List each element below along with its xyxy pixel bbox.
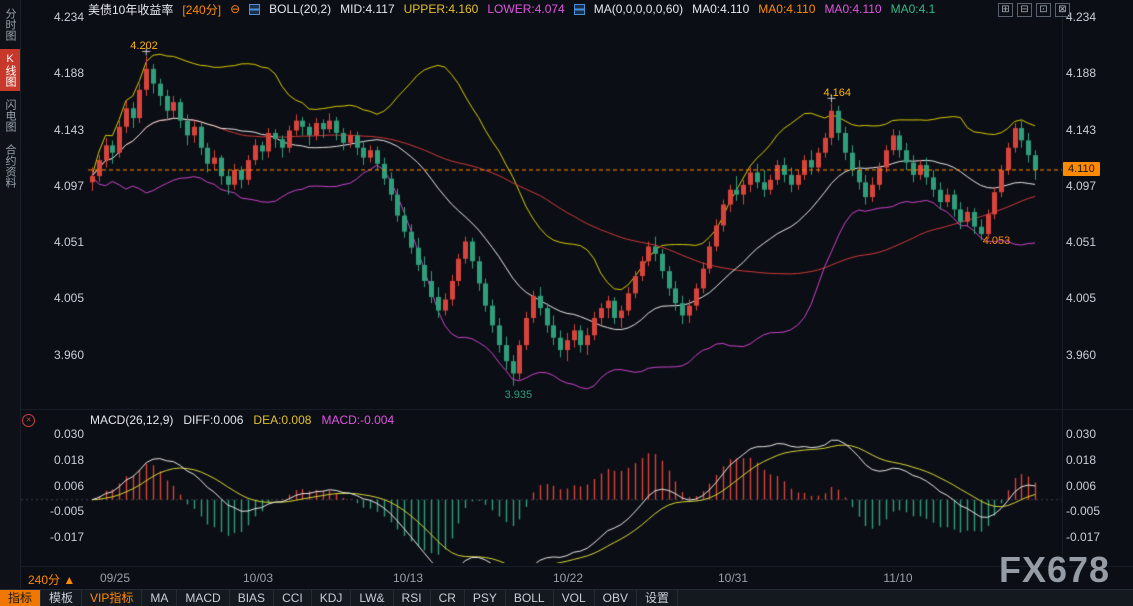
date-axis-label: 10/22 xyxy=(546,571,590,585)
boll-label: BOLL(20,2) xyxy=(269,2,331,16)
macd-diff-value: DIFF:0.006 xyxy=(183,413,243,427)
date-axis-label: 09/25 xyxy=(93,571,137,585)
price-axis-label: 4.097 xyxy=(40,179,84,193)
annotation-peak2: 4.164 xyxy=(823,87,851,99)
tab-bias[interactable]: BIAS xyxy=(230,590,274,606)
axis-separator xyxy=(1062,0,1063,566)
ma-value-3: MA0:4.110 xyxy=(824,2,881,16)
ma-indicator-icon xyxy=(574,4,585,15)
layout-single-icon[interactable]: ⊡ xyxy=(1036,3,1051,17)
ma-value-1: MA0:4.110 xyxy=(692,2,749,16)
macd-axis-label: 0.030 xyxy=(1066,427,1128,441)
chart-header: 美债10年收益率 [240分] ⊖ BOLL(20,2) MID:4.117 U… xyxy=(88,2,935,16)
chevron-up-icon: ▲ xyxy=(63,573,75,587)
sidebar: 分时图 K线图 闪电图 合约资料 xyxy=(0,0,21,606)
footer-period-selector[interactable]: 240分 ▲ xyxy=(28,571,75,588)
sidebar-tab-time-chart[interactable]: 分时图 xyxy=(0,4,20,45)
tab-cci[interactable]: CCI xyxy=(274,590,312,606)
macd-axis-label: -0.017 xyxy=(1066,530,1128,544)
price-axis-label: 4.051 xyxy=(40,235,84,249)
sidebar-tab-contract-info[interactable]: 合约资料 xyxy=(0,140,20,192)
tab-obv[interactable]: OBV xyxy=(595,590,637,606)
macd-axis-label: -0.005 xyxy=(40,504,84,518)
sidebar-tab-lightning-chart[interactable]: 闪电图 xyxy=(0,95,20,136)
price-axis-label: 3.960 xyxy=(40,348,84,362)
date-axis-label: 10/31 xyxy=(711,571,755,585)
tab-lw[interactable]: LW& xyxy=(351,590,393,606)
price-axis-label: 4.143 xyxy=(1066,123,1128,137)
layout-grid-icon[interactable]: ⊞ xyxy=(998,3,1013,17)
price-axis-label: 4.188 xyxy=(40,66,84,80)
price-axis-label: 4.234 xyxy=(40,10,84,24)
macd-axis-label: 0.018 xyxy=(40,453,84,467)
macd-axis-label: 0.006 xyxy=(1066,479,1128,493)
trading-app-window: 分时图 K线图 闪电图 合约资料 美债10年收益率 [240分] ⊖ BOLL(… xyxy=(0,0,1133,606)
boll-upper-value: UPPER:4.160 xyxy=(404,2,479,16)
instrument-title: 美债10年收益率 xyxy=(88,1,173,18)
date-axis-label: 10/03 xyxy=(236,571,280,585)
macd-header: MACD(26,12,9) DIFF:0.006 DEA:0.008 MACD:… xyxy=(90,413,394,427)
period-label: [240分] xyxy=(182,1,221,18)
date-axis-label: 10/13 xyxy=(386,571,430,585)
collapse-icon[interactable]: ⊖ xyxy=(230,2,240,16)
tab-vol[interactable]: VOL xyxy=(554,590,595,606)
annotation-high: 4.202 xyxy=(130,40,158,52)
boll-mid-value: MID:4.117 xyxy=(340,2,394,16)
price-axis-label: 4.188 xyxy=(1066,66,1128,80)
price-axis-label: 4.051 xyxy=(1066,235,1128,249)
chart-canvas[interactable] xyxy=(0,0,1133,606)
price-axis-label: 4.143 xyxy=(40,123,84,137)
tab-settings[interactable]: 设置 xyxy=(637,590,678,606)
tab-macd[interactable]: MACD xyxy=(177,590,229,606)
price-axis-label: 4.234 xyxy=(1066,10,1128,24)
layout-expand-icon[interactable]: ⊠ xyxy=(1055,3,1070,17)
price-axis-label: 4.097 xyxy=(1066,179,1128,193)
ma-value-2: MA0:4.110 xyxy=(758,2,815,16)
macd-axis-label: -0.017 xyxy=(40,530,84,544)
macd-value: MACD:-0.004 xyxy=(321,413,394,427)
tab-indicators[interactable]: 指标 xyxy=(0,590,41,606)
boll-lower-value: LOWER:4.074 xyxy=(487,2,564,16)
tab-vip-indicators[interactable]: VIP指标 xyxy=(82,590,142,606)
tab-kdj[interactable]: KDJ xyxy=(312,590,352,606)
layout-split-icon[interactable]: ⊟ xyxy=(1017,3,1032,17)
pane-separator xyxy=(20,409,1133,410)
annotation-low: 3.935 xyxy=(505,389,533,401)
tab-templates[interactable]: 模板 xyxy=(41,590,82,606)
footer-period-label: 240分 xyxy=(28,573,60,587)
boll-indicator-icon xyxy=(249,4,260,15)
macd-axis-label: 0.018 xyxy=(1066,453,1128,467)
price-axis-label: 4.005 xyxy=(40,291,84,305)
tab-ma[interactable]: MA xyxy=(142,590,177,606)
last-price-badge: 4.110 xyxy=(1063,162,1100,176)
tab-psy[interactable]: PSY xyxy=(465,590,506,606)
tab-cr[interactable]: CR xyxy=(431,590,465,606)
date-axis-label: 11/10 xyxy=(876,571,920,585)
macd-dea-value: DEA:0.008 xyxy=(253,413,311,427)
macd-label: MACD(26,12,9) xyxy=(90,413,173,427)
window-controls: ⊞ ⊟ ⊡ ⊠ xyxy=(998,3,1070,17)
annotation-dip: 4.053 xyxy=(983,235,1011,247)
bottom-toolbar: 指标 模板 VIP指标 MA MACD BIAS CCI KDJ LW& RSI… xyxy=(0,589,1133,606)
tab-rsi[interactable]: RSI xyxy=(394,590,431,606)
pane-separator xyxy=(20,566,1133,567)
sidebar-tab-kline-chart[interactable]: K线图 xyxy=(0,49,20,91)
macd-axis-label: 0.030 xyxy=(40,427,84,441)
fx678-watermark: FX678 xyxy=(999,549,1110,591)
ma-value-4: MA0:4.1 xyxy=(891,2,936,16)
macd-pane-settings-icon[interactable]: ✕ xyxy=(22,414,35,427)
ma-label: MA(0,0,0,0,0,60) xyxy=(594,2,683,16)
price-axis-label: 4.005 xyxy=(1066,291,1128,305)
macd-axis-label: 0.006 xyxy=(40,479,84,493)
price-axis-label: 3.960 xyxy=(1066,348,1128,362)
macd-axis-label: -0.005 xyxy=(1066,504,1128,518)
tab-boll[interactable]: BOLL xyxy=(506,590,554,606)
